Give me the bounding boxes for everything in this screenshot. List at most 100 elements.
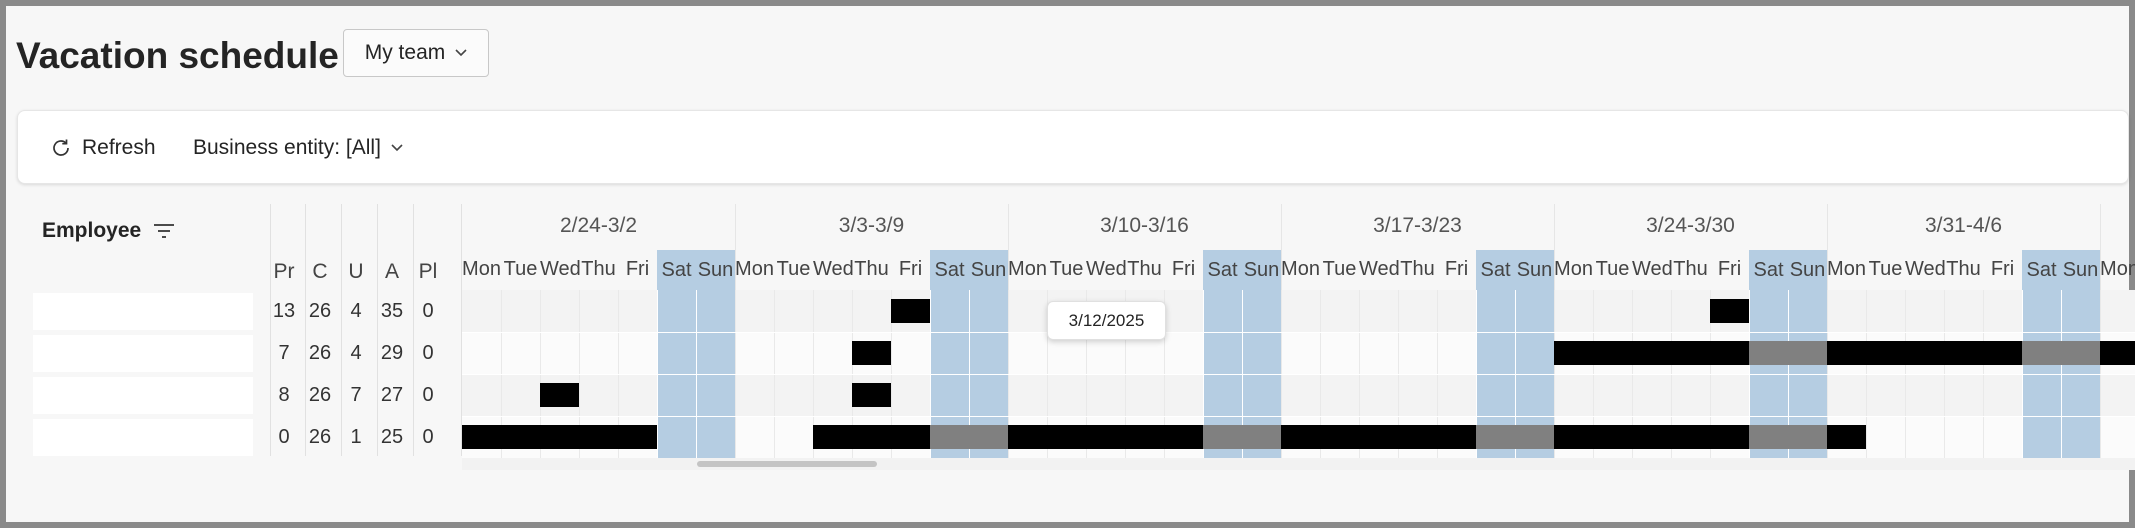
employee-header-label: Employee (42, 219, 142, 242)
vacation-bar[interactable] (891, 299, 930, 323)
stat-cell: 0 (422, 300, 434, 322)
day-label: Sat (657, 250, 696, 290)
week-divider (2100, 204, 2101, 250)
refresh-icon (53, 139, 69, 156)
employee-column-header[interactable]: Employee (42, 219, 175, 243)
page-title: Vacation schedule (16, 35, 339, 76)
day-label: Thu (854, 258, 889, 280)
stat-cell: 26 (308, 426, 332, 448)
day-label: Mon (735, 258, 774, 280)
calendar-body (462, 290, 2135, 458)
row-divider (462, 374, 2135, 375)
week-label: 3/17-3/23 (1373, 214, 1462, 237)
day-label: Tue (1595, 258, 1630, 280)
week-divider (1554, 204, 1555, 250)
day-label: Wed (1905, 258, 1946, 280)
vacation-bar-weekend[interactable] (2022, 341, 2100, 365)
vacation-bar[interactable] (1281, 425, 1476, 449)
team-select-dropdown[interactable]: My team (343, 29, 489, 77)
day-label: Fri (898, 258, 923, 280)
day-label: Wed (1359, 258, 1400, 280)
day-label: Mon (1008, 258, 1047, 280)
vacation-bar[interactable] (1554, 341, 1749, 365)
horizontal-scrollbar[interactable] (462, 458, 2135, 470)
vacation-bar[interactable] (813, 425, 930, 449)
day-label: Mon (462, 258, 501, 280)
day-label: Sat (930, 250, 969, 290)
stat-cell: 7 (350, 384, 362, 406)
business-entity-label: Business entity: [All] (193, 136, 381, 159)
stat-cell: 8 (278, 384, 290, 406)
week-divider (1008, 250, 1009, 290)
vacation-bar[interactable] (1554, 425, 1749, 449)
day-label: Sat (2022, 250, 2061, 290)
chevron-down-icon (455, 49, 467, 57)
stat-header-c[interactable]: C (302, 260, 338, 284)
day-label: Wed (1632, 258, 1673, 280)
stat-header-pr[interactable]: Pr (266, 260, 302, 284)
vacation-bar[interactable] (540, 383, 579, 407)
vacation-bar-weekend[interactable] (1476, 425, 1554, 449)
day-label: Tue (776, 258, 811, 280)
day-label: Wed (813, 258, 854, 280)
refresh-label: Refresh (82, 136, 156, 159)
vacation-bar-weekend[interactable] (1749, 341, 1827, 365)
stat-cell: 0 (422, 426, 434, 448)
vacation-bar[interactable] (2100, 341, 2135, 365)
day-label: Tue (1322, 258, 1357, 280)
week-divider (2100, 250, 2101, 290)
day-header: Mon Tue Wed Thu Fri Sat Sun Mon Tue Wed Thu Fri Sat S… (462, 250, 2135, 291)
day-label: Fri (1717, 258, 1742, 280)
date-tooltip: 3/12/2025 (1047, 301, 1166, 340)
vacation-bar-weekend[interactable] (1749, 425, 1827, 449)
employee-name-cell[interactable] (33, 335, 253, 372)
stat-cell: 25 (380, 426, 404, 448)
day-label: Tue (1049, 258, 1084, 280)
vacation-bar[interactable] (1827, 341, 2022, 365)
toolbar: Refresh Business entity: [All] (17, 110, 2129, 184)
day-label: Mon (1827, 258, 1866, 280)
week-label: 3/31-4/6 (1924, 214, 2003, 237)
day-label: Thu (1673, 258, 1708, 280)
day-label: Sun (696, 250, 735, 290)
employee-name-cell[interactable] (33, 419, 253, 456)
employee-name-cell[interactable] (33, 293, 253, 330)
stat-cell: 4 (350, 300, 362, 322)
refresh-button[interactable]: Refresh (50, 111, 156, 185)
vacation-bar[interactable] (852, 341, 891, 365)
stat-cell: 4 (350, 342, 362, 364)
week-label: 3/10-3/16 (1100, 214, 1189, 237)
business-entity-dropdown[interactable]: Business entity: [All] (193, 111, 403, 185)
vacation-bar[interactable] (852, 383, 891, 407)
vacation-bar[interactable] (1008, 425, 1203, 449)
day-label: Thu (1400, 258, 1435, 280)
day-label: Thu (581, 258, 616, 280)
vacation-bar[interactable] (1827, 425, 1866, 449)
stat-header-u[interactable]: U (338, 260, 374, 284)
vacation-bar-weekend[interactable] (1203, 425, 1281, 449)
stat-header-pl[interactable]: Pl (410, 260, 446, 284)
stat-cell: 0 (422, 384, 434, 406)
stat-cell: 29 (380, 342, 404, 364)
day-label: Sun (1788, 250, 1827, 290)
day-label: Sat (1749, 250, 1788, 290)
vacation-bar-weekend[interactable] (930, 425, 1008, 449)
week-divider (1554, 250, 1555, 290)
week-divider (1827, 250, 1828, 290)
stat-cell: 26 (308, 342, 332, 364)
day-label: Sun (1242, 250, 1281, 290)
day-label: Sun (1515, 250, 1554, 290)
vacation-bar[interactable] (1710, 299, 1749, 323)
stat-cell: 26 (308, 300, 332, 322)
stat-header-a[interactable]: A (374, 260, 410, 284)
stat-cell: 0 (278, 426, 290, 448)
filter-icon[interactable] (153, 223, 175, 239)
day-label: Mon (1554, 258, 1593, 280)
vacation-bar[interactable] (462, 425, 657, 449)
stat-cell: 26 (308, 384, 332, 406)
employee-name-cell[interactable] (33, 377, 253, 414)
app-frame: Vacation schedule My team Refresh Busine… (0, 0, 2135, 528)
week-header: 2/24-3/2 3/3-3/9 3/10-3/16 3/17-3/23 3/24-3/… (462, 204, 2135, 250)
scrollbar-thumb[interactable] (697, 461, 877, 467)
row-divider (462, 332, 2135, 333)
